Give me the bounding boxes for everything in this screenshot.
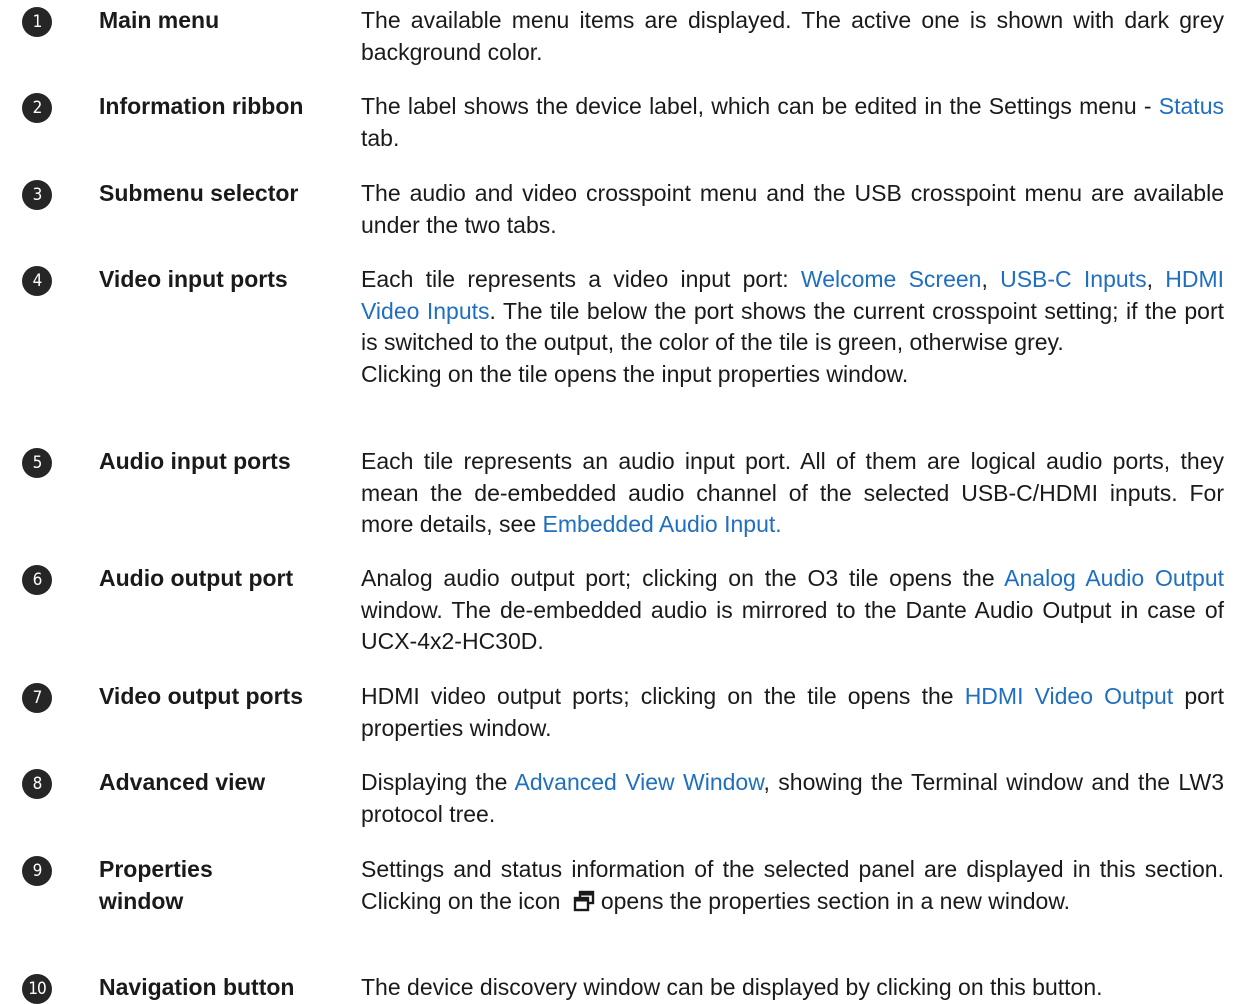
hdmi-video-output-link[interactable]: HDMI Video Output xyxy=(965,683,1174,709)
callout-number-5: 5 xyxy=(22,448,52,478)
desc-navigation-button: The device discovery window can be displ… xyxy=(361,972,1224,1004)
term-audio-output-port: Audio output port xyxy=(99,565,294,591)
desc-main-menu: The available menu items are displayed. … xyxy=(361,5,1224,68)
term-submenu-selector: Submenu selector xyxy=(99,180,299,206)
desc-text: , xyxy=(1146,266,1166,292)
callout-number-6: 6 xyxy=(22,565,52,595)
term-audio-input-ports: Audio input ports xyxy=(99,448,291,474)
desc-text: Analog audio output port; clicking on th… xyxy=(361,565,1005,591)
desc-audio-input-ports: Each tile represents an audio input port… xyxy=(361,446,1224,541)
desc-text: The audio and video crosspoint menu and … xyxy=(361,180,1224,238)
embedded-audio-input-link[interactable]: Embedded Audio Input. xyxy=(543,511,782,537)
advanced-view-window-link[interactable]: Advanced View Window xyxy=(515,769,764,795)
desc-text: The label shows the device label, which … xyxy=(361,93,1159,119)
term-video-input-ports: Video input ports xyxy=(99,266,288,292)
desc-submenu-selector: The audio and video crosspoint menu and … xyxy=(361,178,1224,241)
callout-number-10: 10 xyxy=(22,974,52,1004)
desc-audio-output-port: Analog audio output port; clicking on th… xyxy=(361,563,1224,658)
desc-information-ribbon: The label shows the device label, which … xyxy=(361,91,1224,154)
term-advanced-view: Advanced view xyxy=(99,769,266,795)
desc-text: . The tile below the port shows the curr… xyxy=(361,297,1224,356)
callout-number-3: 3 xyxy=(22,180,52,210)
desc-text: HDMI video output ports; clicking on the… xyxy=(361,683,965,709)
analog-audio-output-link[interactable]: Analog Audio Output xyxy=(1004,565,1224,591)
term-navigation-button: Navigation button xyxy=(99,974,295,1000)
desc-text: Each tile represents a video input port: xyxy=(361,266,801,292)
callout-number-4: 4 xyxy=(22,266,52,296)
desc-text: The available menu items are displayed. … xyxy=(361,7,1224,65)
callout-number-2: 2 xyxy=(22,93,52,123)
desc-text: Each tile represents an audio input port… xyxy=(361,448,1224,537)
desc-text: The device discovery window can be displ… xyxy=(361,974,1103,1000)
desc-text: , xyxy=(981,266,1001,292)
usb-c-inputs-link[interactable]: USB-C Inputs xyxy=(1000,266,1146,292)
desc-video-input-ports: Each tile represents a video input port:… xyxy=(361,264,1224,390)
desc-properties-window: Settings and status information of the s… xyxy=(361,854,1224,920)
callout-number-9: 9 xyxy=(22,856,52,886)
desc-text: Displaying the xyxy=(361,769,515,795)
desc-video-output-ports: HDMI video output ports; clicking on the… xyxy=(361,681,1224,744)
term-video-output-ports: Video output ports xyxy=(99,683,304,709)
desc-advanced-view: Displaying the Advanced View Window, sho… xyxy=(361,767,1224,830)
desc-text-second-paragraph: Clicking on the tile opens the input pro… xyxy=(361,360,909,387)
term-information-ribbon: Information ribbon xyxy=(99,93,304,119)
callout-number-7: 7 xyxy=(22,683,52,713)
welcome-screen-link[interactable]: Welcome Screen xyxy=(801,266,982,292)
desc-text: tab. xyxy=(361,124,400,151)
term-properties-window: Properties window xyxy=(99,856,213,914)
term-main-menu: Main menu xyxy=(99,7,220,33)
desc-text: window. The de-embedded audio is mirrore… xyxy=(361,596,1224,655)
status-link[interactable]: Status xyxy=(1159,93,1224,119)
desc-text: opens the properties section in a new wi… xyxy=(600,887,1071,914)
callout-number-8: 8 xyxy=(22,769,52,799)
callout-number-1: 1 xyxy=(22,7,52,37)
open-in-new-window-icon xyxy=(573,889,595,921)
